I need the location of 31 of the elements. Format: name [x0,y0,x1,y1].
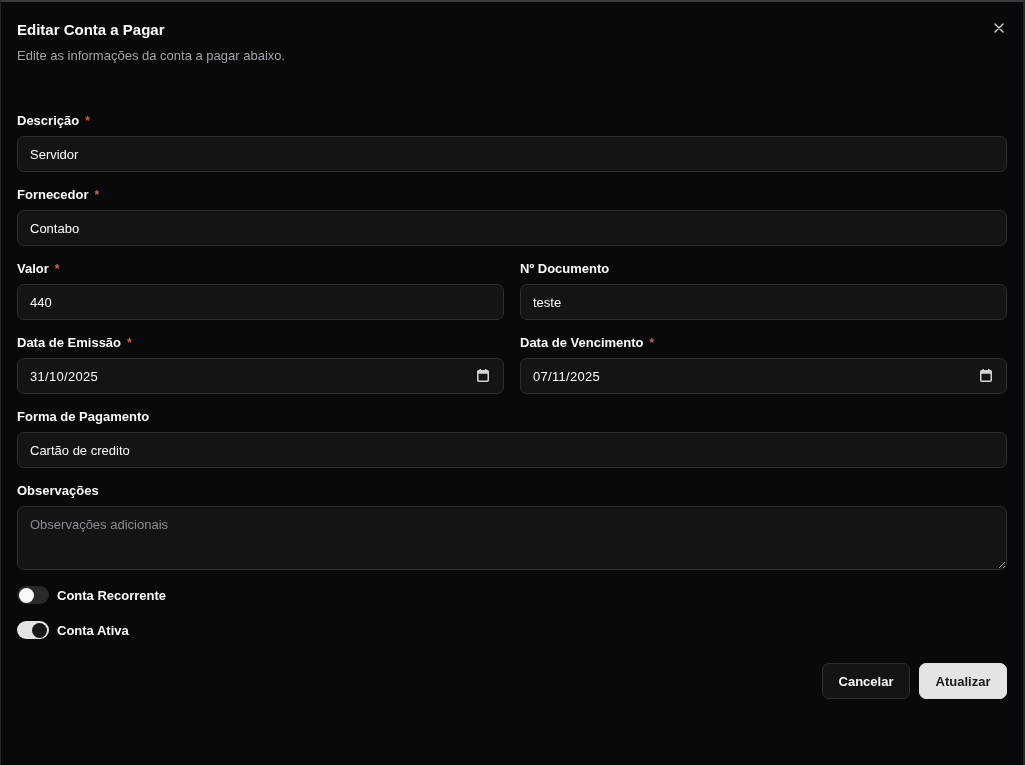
dialog-title: Editar Conta a Pagar [17,20,165,40]
calendar-icon[interactable] [980,369,992,382]
toggle-label: Conta Ativa [57,622,129,638]
dialog-subtitle: Edite as informações da conta a pagar abaixo. [17,47,286,65]
cancel-button[interactable]: Cancelar [822,663,910,699]
field-label: Valor [17,261,49,277]
text-field[interactable]: teste [520,284,1007,320]
field-label: Fornecedor [17,187,89,203]
required-mark: * [127,335,132,351]
calendar-icon[interactable] [477,369,489,382]
text-field[interactable]: Servidor [17,136,1007,172]
required-mark: * [94,187,100,203]
required-mark: * [85,113,90,129]
toggle-label: Conta Recorrente [57,587,167,603]
date-field[interactable]: 31/10/2025 [17,358,504,394]
required-mark: * [649,335,655,351]
field-label: Forma de Pagamento [17,409,150,425]
field-label: Data de Emissão [17,335,122,351]
toggle-switch[interactable] [17,586,49,604]
field-label: Nº Documento [520,261,610,277]
date-field[interactable]: 07/11/2025 [520,358,1007,394]
submit-button[interactable]: Atualizar [919,663,1007,699]
text-field[interactable]: Cartão de credito [17,432,1007,468]
field-label: Observações [17,483,99,499]
toggle-switch[interactable] [17,621,49,639]
field-label: Descrição [17,113,80,129]
required-mark: * [54,261,60,277]
field-label: Data de Vencimento [520,335,644,351]
text-field[interactable]: 440 [17,284,504,320]
textarea-field[interactable]: Observações adicionais [17,506,1007,570]
text-field[interactable]: Contabo [17,210,1007,246]
